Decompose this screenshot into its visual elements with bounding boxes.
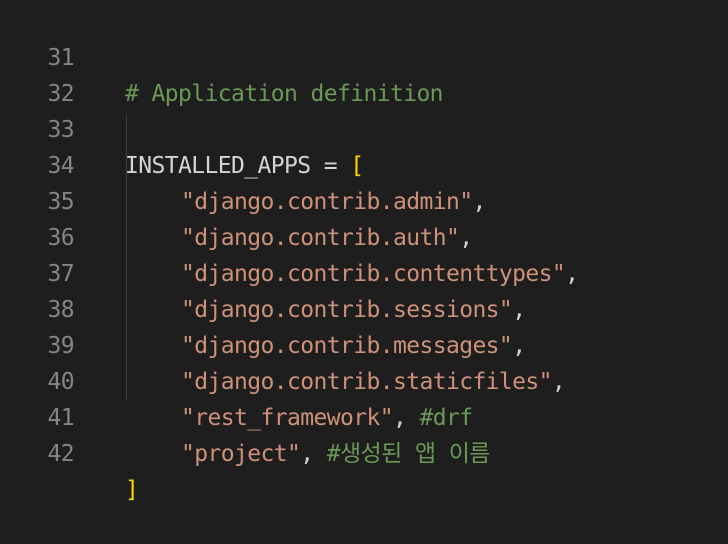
code-line[interactable]: 42 ] xyxy=(0,400,728,503)
code-line[interactable]: 40 "rest_framework", #drf xyxy=(0,328,728,431)
code-content[interactable]: "project", #생성된 앱 이름 xyxy=(125,436,490,472)
code-line[interactable]: 33 INSTALLED_APPS = [ xyxy=(0,76,728,179)
code-line[interactable]: 38 "django.contrib.messages", xyxy=(0,256,728,359)
code-line[interactable]: 36 "django.contrib.contenttypes", xyxy=(0,184,728,287)
code-line[interactable]: 41 "project", #생성된 앱 이름 xyxy=(0,364,728,467)
code-line[interactable]: 31 # Application definition xyxy=(0,4,728,107)
line-number: 42 xyxy=(47,441,75,467)
code-line[interactable]: 37 "django.contrib.sessions", xyxy=(0,220,728,323)
comment-token: #생성된 앱 이름 xyxy=(326,441,491,467)
punctuation-token: , xyxy=(300,441,327,467)
code-line[interactable]: 32 xyxy=(0,40,728,107)
code-line[interactable]: 34 "django.contrib.admin", xyxy=(0,112,728,215)
string-token: "project" xyxy=(181,441,301,467)
code-editor[interactable]: 31 # Application definition 32 33 INSTAL… xyxy=(0,0,728,503)
code-content[interactable]: ] xyxy=(125,472,139,508)
close-bracket-token: ] xyxy=(125,477,139,503)
code-line[interactable]: 39 "django.contrib.staticfiles", xyxy=(0,292,728,395)
code-line[interactable]: 35 "django.contrib.auth", xyxy=(0,148,728,251)
